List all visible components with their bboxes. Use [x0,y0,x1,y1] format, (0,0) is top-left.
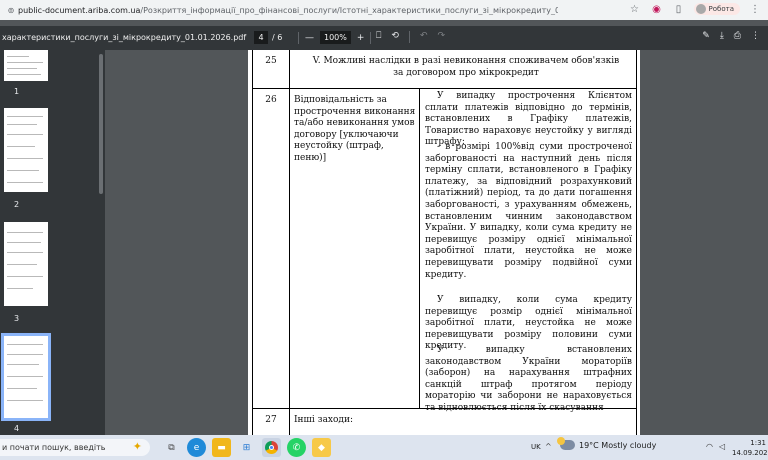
site-info-icon[interactable]: ⊚ [4,6,18,15]
search-placeholder: и почати пошук, введіть [2,443,106,452]
row-label: Інші заходи: [294,415,354,425]
row-label: Відповідальність за прострочення виконан… [294,95,416,163]
chrome-icon[interactable] [262,438,281,457]
total-pages: / 6 [272,33,283,42]
copilot-sparkle-icon[interactable]: ✦ [133,440,142,453]
table-border [289,50,290,435]
pdf-file-name: характеристики_послуги_зі_мікрокредиту_0… [2,33,247,42]
zoom-out-button[interactable]: — [305,33,314,43]
zoom-controls: — 100% + [298,31,372,44]
more-options-icon[interactable]: ⋮ [751,31,760,41]
system-tray: ◠ ◁ [706,442,725,451]
undo-icon[interactable]: ↶ [420,31,428,43]
row-number: 25 [265,56,277,66]
rotate-icon[interactable]: ⟲ [391,31,399,43]
taskbar: и почати пошук, введіть ✦ ⧉ e ▬ ⊞ ✆ ◆ ^ … [0,435,768,460]
menu-icon[interactable]: ⋮ [748,2,762,16]
weather-widget[interactable]: 19°C Mostly cloudy [557,437,657,450]
table-border [252,50,253,435]
paragraph: - в розмірі 100%від суми простроченої за… [425,142,632,280]
section-heading: V. Можливі наслідки в разі невиконання с… [312,56,620,78]
task-view-icon[interactable]: ⧉ [162,438,181,457]
extension-icon[interactable]: ◉ [650,2,664,16]
annotate-icon[interactable]: ✎ [702,31,710,41]
edge-icon[interactable]: e [187,438,206,457]
url-host: public-document.ariba.com.ua [18,5,141,15]
zoom-in-button[interactable]: + [357,33,365,43]
paragraph: У випадку встановлених законодавством Ук… [425,345,632,413]
thumbnail-number: 2 [14,200,20,209]
paragraph: У випадку прострочення Клієнтом сплати п… [425,91,632,148]
sidepanel-icon[interactable]: ▯ [672,2,686,16]
row-number: 27 [265,415,277,425]
taskbar-apps: ⧉ e ▬ ⊞ ✆ ◆ [162,438,331,457]
clock[interactable]: 1:31 14.09.2026 [732,438,768,458]
thumbnail-page-4[interactable] [1,333,51,421]
store-icon[interactable]: ⊞ [237,438,256,457]
table-border [636,50,637,435]
profile-label: Робота [708,5,734,13]
thumbnail-page-2[interactable] [4,108,48,192]
file-explorer-icon[interactable]: ▬ [212,438,231,457]
bookmark-star-icon[interactable]: ☆ [628,2,642,16]
weather-text: 19°C Mostly cloudy [579,440,657,450]
fit-page-icon[interactable]: ⎕ [376,31,381,43]
print-icon[interactable]: ⎙ [734,31,741,41]
url-text[interactable]: public-document.ariba.com.ua/Розкриття_і… [18,6,558,15]
wifi-icon[interactable]: ◠ [706,442,713,451]
divider [408,31,410,43]
thumbnail-number: 1 [14,87,20,96]
clock-date: 14.09.2026 [732,449,768,457]
profile-button[interactable]: Робота [693,3,740,15]
show-hidden-icons-icon[interactable]: ^ [545,442,552,451]
thumbnail-page-1[interactable] [4,50,48,81]
zoom-level-input[interactable]: 100% [320,31,351,44]
redo-icon[interactable]: ↷ [438,31,446,43]
table-border [252,88,637,89]
scrollbar-thumb[interactable] [99,54,103,194]
divider [298,31,299,44]
pdf-page: 25 V. Можливі наслідки в разі невиконанн… [248,50,640,435]
taskbar-search[interactable]: и почати пошук, введіть ✦ [0,439,150,456]
pdf-toolbar: характеристики_послуги_зі_мікрокредиту_0… [0,26,768,50]
address-bar[interactable]: ⊚ public-document.ariba.com.ua/Розкриття… [0,0,768,20]
table-border [419,88,420,408]
language-indicator[interactable]: UK [531,443,541,451]
speaker-icon[interactable]: ◁ [719,442,725,451]
row-number: 26 [265,95,277,105]
app-icon[interactable]: ◆ [312,438,331,457]
thumbnail-page-3[interactable] [4,222,48,306]
thumbnail-number: 4 [14,424,20,433]
clock-time: 1:31 [750,439,766,447]
url-path: /Розкриття_інформації_про_фінансові_посл… [140,5,558,15]
download-icon[interactable]: ⤓ [720,31,724,41]
avatar [695,4,706,14]
thumbnail-sidebar: 1 2 3 4 [0,50,105,435]
thumbnail-number: 3 [14,314,20,323]
current-page-input[interactable]: 4 [254,31,268,44]
thumbnail-scrollbar[interactable] [98,50,104,435]
divider [370,31,372,44]
page-selector: 4 / 6 [254,31,282,44]
whatsapp-icon[interactable]: ✆ [287,438,306,457]
weather-cloud-icon [557,437,575,450]
